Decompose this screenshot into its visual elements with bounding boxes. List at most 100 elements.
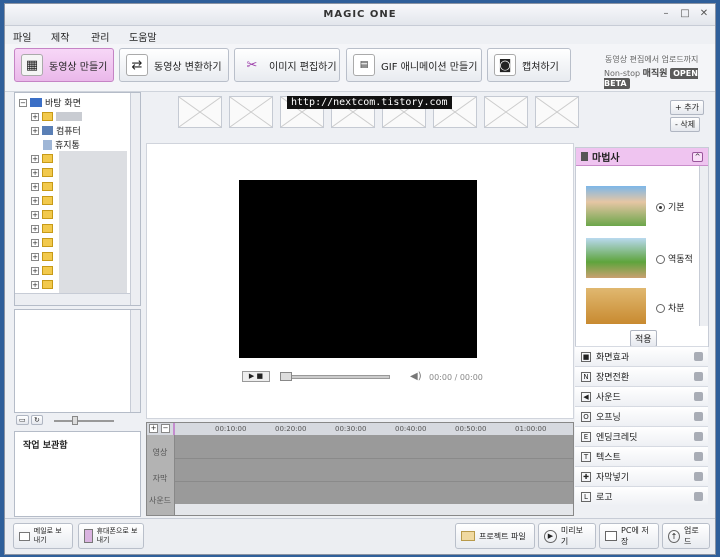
style-thumb-calm[interactable] [586, 288, 646, 324]
effect-logo[interactable]: L 로고 [575, 486, 708, 506]
radio-icon[interactable] [656, 255, 665, 264]
send-phone-button[interactable]: 휴대폰으로 보내기 [78, 523, 144, 549]
expand-icon[interactable]: + [31, 154, 39, 163]
option-calm[interactable]: 차분 [656, 301, 685, 314]
view-list-icon[interactable]: ▭ [16, 415, 29, 425]
style-thumb-basic[interactable] [586, 186, 646, 226]
expand-icon[interactable] [694, 412, 703, 421]
slider-handle[interactable] [72, 416, 78, 425]
radio-icon[interactable] [656, 304, 665, 313]
tree-folder[interactable]: + [31, 236, 53, 249]
tree-desktop[interactable]: − 바탕 화면 [19, 96, 81, 109]
expand-icon[interactable]: + [31, 266, 39, 275]
tree-folder[interactable]: + [31, 166, 53, 179]
tree-computer[interactable]: + 컴퓨터 [31, 124, 81, 137]
tick-label: 01:00:00 [515, 425, 547, 433]
capture-label: 캡쳐하기 [522, 61, 559, 73]
save-pc-button[interactable]: PC에 저장 [599, 523, 659, 549]
expand-icon[interactable]: + [31, 224, 39, 233]
make-video-button[interactable]: ▦ 동영상 만들기 [14, 48, 114, 82]
timeline-ruler[interactable]: + − 00:10:00 00:20:00 00:30:00 00:40:00 … [147, 423, 573, 435]
volume-icon[interactable]: ◀) [410, 371, 422, 382]
convert-video-button[interactable]: ⇄ 동영상 변환하기 [119, 48, 229, 82]
expand-icon[interactable]: + [31, 126, 39, 135]
option-dynamic[interactable]: 역동적 [656, 252, 693, 265]
media-slot[interactable] [178, 96, 222, 128]
tree-folder[interactable]: + [31, 208, 53, 221]
effect-screen[interactable]: ■ 화면효과 [575, 346, 708, 366]
collapse-wizard-button[interactable]: ^ [692, 152, 703, 162]
effect-transition[interactable]: N 장면전환 [575, 366, 708, 386]
wizard-header[interactable]: 마법사 [576, 148, 708, 166]
effect-text[interactable]: T 텍스트 [575, 446, 708, 466]
tree-folder[interactable]: + [31, 194, 53, 207]
tree-user[interactable]: + [31, 110, 82, 123]
menu-help[interactable]: 도움말 [129, 29, 157, 44]
option-basic[interactable]: 기본 [656, 200, 685, 213]
send-mail-button[interactable]: 메일로 보내기 [13, 523, 73, 549]
play-stop-button[interactable]: ▶ ■ [242, 371, 270, 382]
tree-folder[interactable]: + [31, 250, 53, 263]
collapse-icon[interactable]: − [19, 98, 27, 107]
expand-icon[interactable]: + [31, 252, 39, 261]
expand-icon[interactable]: + [31, 168, 39, 177]
effect-sound[interactable]: ◀ 사운드 [575, 386, 708, 406]
seek-handle[interactable] [280, 372, 292, 381]
gif-animation-button[interactable]: ▤ GIF 애니메이션 만들기 [346, 48, 482, 82]
menu-make[interactable]: 제작 [51, 29, 69, 44]
menu-file[interactable]: 파일 [13, 29, 31, 44]
expand-icon[interactable]: + [31, 182, 39, 191]
tree-folder[interactable]: + [31, 152, 53, 165]
apply-button[interactable]: 적용 [630, 330, 657, 347]
expand-icon[interactable]: + [31, 210, 39, 219]
seek-bar[interactable] [280, 375, 390, 379]
project-file-button[interactable]: 프로젝트 파일 [455, 523, 535, 549]
capture-button[interactable]: ◙ 캡쳐하기 [487, 48, 571, 82]
media-slot[interactable] [229, 96, 273, 128]
media-slot[interactable] [484, 96, 528, 128]
refresh-icon[interactable]: ↻ [31, 415, 43, 425]
expand-icon[interactable] [694, 392, 703, 401]
expand-icon[interactable] [694, 452, 703, 461]
tree-trash[interactable]: 휴지통 [43, 138, 80, 151]
zoom-in-icon[interactable]: + [149, 424, 158, 433]
minimize-button[interactable]: – [659, 8, 673, 21]
tree-folder[interactable]: + [31, 180, 53, 193]
expand-icon[interactable] [694, 472, 703, 481]
add-media-button[interactable]: + 추가 [670, 100, 704, 115]
tree-folder[interactable]: + [31, 278, 53, 291]
wizard-scrollbar[interactable] [699, 166, 708, 326]
edit-image-button[interactable]: ✂ 이미지 편집하기 [234, 48, 340, 82]
radio-icon[interactable] [656, 203, 665, 212]
expand-icon[interactable] [694, 432, 703, 441]
effect-subtitle[interactable]: ✚ 자막넣기 [575, 466, 708, 486]
thumb-size-slider[interactable] [54, 420, 114, 422]
menu-manage[interactable]: 관리 [91, 29, 109, 44]
zoom-out-icon[interactable]: − [161, 424, 170, 433]
file-list-scrollbar[interactable] [130, 310, 140, 412]
style-thumb-dynamic[interactable] [586, 238, 646, 278]
expand-icon[interactable]: + [31, 238, 39, 247]
expand-icon[interactable]: + [31, 196, 39, 205]
expand-icon[interactable]: + [31, 112, 39, 121]
preview-button[interactable]: ▶ 미리보기 [538, 523, 596, 549]
expand-icon[interactable]: + [31, 280, 39, 289]
close-button[interactable]: ✕ [697, 8, 711, 21]
tree-hscrollbar[interactable] [15, 293, 130, 305]
expand-icon[interactable] [694, 492, 703, 501]
delete-media-button[interactable]: - 삭제 [670, 117, 701, 132]
film-plus-icon: ▦ [21, 54, 43, 76]
effect-ending-credit[interactable]: E 엔딩크레딧 [575, 426, 708, 446]
tree-folder[interactable]: + [31, 264, 53, 277]
effect-opening[interactable]: O 오프닝 [575, 406, 708, 426]
expand-icon[interactable] [694, 352, 703, 361]
timeline-scrollbar[interactable] [175, 504, 573, 515]
tree-scrollbar[interactable] [130, 93, 140, 305]
maximize-button[interactable]: □ [678, 8, 692, 21]
camera-icon: ◙ [494, 54, 516, 76]
expand-icon[interactable] [694, 372, 703, 381]
upload-button[interactable]: ↑ 업로드 [662, 523, 710, 549]
media-slot[interactable] [535, 96, 579, 128]
effect-label: 자막넣기 [596, 473, 630, 483]
tree-folder[interactable]: + [31, 222, 53, 235]
